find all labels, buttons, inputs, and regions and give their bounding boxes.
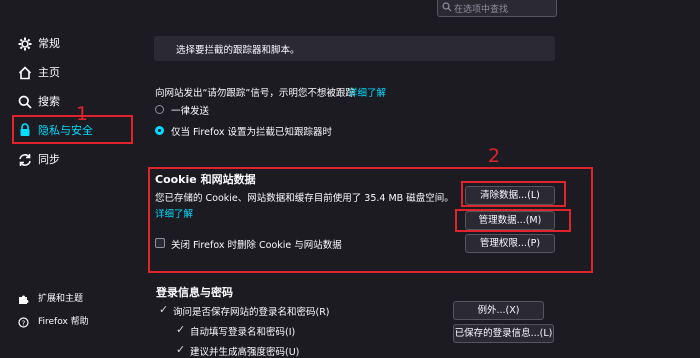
search-input[interactable]: 在选项中查找 [437,0,557,17]
search-placeholder: 在选项中查找 [454,5,509,15]
logins-heading: 登录信息与密码 [156,286,233,299]
ask-to-save-label: 询问是否保存网站的登录名和密码(R) [173,307,330,318]
svg-text:?: ? [22,319,26,327]
annotation-box-1 [12,115,133,144]
ask-to-save-checkbox[interactable] [158,303,168,316]
dnt-only-when-label: 仅当 Firefox 设置为拦截已知跟踪器时 [171,127,332,138]
custom-block-panel: 选择要拦截的跟踪器和脚本。 [154,36,555,61]
gear-icon [18,37,32,51]
dnt-learn-more-link[interactable]: 详细了解 [348,85,386,99]
autofill-label: 自动填写登录名和密码(I) [190,327,296,338]
sync-icon [19,154,31,166]
home-icon [18,66,32,80]
exceptions-button[interactable]: 例外...(X) [453,301,544,320]
suggest-password-checkbox[interactable] [175,343,185,356]
custom-block-text: 选择要拦截的跟踪器和脚本。 [176,45,300,56]
search-icon [18,95,32,109]
manage-permissions-button[interactable]: 管理权限...(P) [465,234,555,253]
cookies-learn-more-link[interactable]: 详细了解 [155,206,193,220]
dnt-only-when-radio[interactable] [155,126,164,135]
saved-logins-button[interactable]: 已保存的登录信息...(L) [453,324,554,343]
sidebar-footer-label: Firefox 帮助 [38,317,89,327]
delete-on-close-label: 关闭 Firefox 时删除 Cookie 与网站数据 [171,240,342,251]
delete-on-close-checkbox[interactable] [155,238,165,248]
autofill-checkbox[interactable] [175,323,185,336]
cookies-heading: Cookie 和网站数据 [155,173,256,186]
puzzle-icon [19,295,29,304]
annotation-marker-2: 2 [488,145,501,167]
dnt-text: 向网站发出“请勿跟踪”信号，示明您不想被跟踪 [155,88,355,99]
annotation-box-manage [455,209,571,232]
sidebar-item-label: 常规 [38,37,60,50]
suggest-password-label: 建议并生成高强度密码(U) [190,347,300,358]
sidebar-item-label: 主页 [38,66,60,79]
sidebar-item-label: 搜索 [38,95,60,108]
search-icon [442,2,452,12]
sidebar-item-label: 同步 [38,153,60,166]
annotation-box-clear [461,181,566,207]
help-icon: ? [18,317,29,328]
cookies-description: 您已存储的 Cookie、网站数据和缓存目前使用了 35.4 MB 磁盘空间。 [155,193,454,204]
dnt-always-label: 一律发送 [171,106,210,117]
sidebar-footer-label: 扩展和主题 [38,294,84,304]
dnt-always-radio[interactable] [155,105,164,114]
